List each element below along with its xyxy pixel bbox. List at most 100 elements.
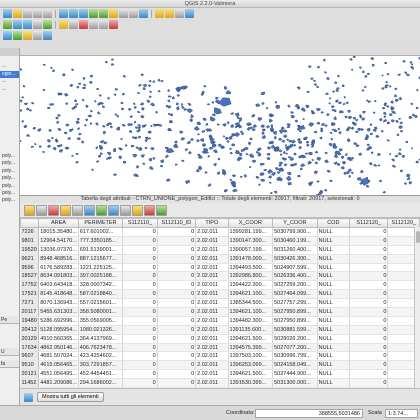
save-edits-icon[interactable] — [69, 20, 78, 29]
table-cell[interactable]: 2.02.011 — [195, 227, 229, 237]
table-cell[interactable]: 0 — [349, 298, 389, 309]
table-cell[interactable]: 0 — [157, 307, 197, 317]
table-cell[interactable]: 12964.54170... — [38, 236, 79, 246]
table-cell[interactable]: 397.0025188... — [78, 271, 124, 282]
table-row[interactable]: 9607 4681.507024... 423.4254602... 0 0 2.02.0… — [20, 351, 420, 362]
table-row[interactable]: 9510 4615.056465... 303.7291857... 0 0 2.02.0… — [20, 360, 420, 371]
table-cell[interactable]: 1394621.500... — [228, 334, 274, 344]
table-cell[interactable]: 5028026.200... — [272, 334, 318, 344]
panel-button[interactable]: Pe — [0, 316, 19, 324]
table-cell[interactable]: 1390147.300... — [228, 236, 274, 246]
layer-item-selected[interactable]: ogio... — [0, 70, 19, 79]
table-cell[interactable]: 0 — [349, 334, 389, 344]
table-cell[interactable]: NULL — [317, 307, 351, 317]
table-cell[interactable]: 887.1215677... — [78, 254, 124, 264]
table-cell[interactable]: NULL — [317, 378, 351, 389]
table-row[interactable]: 17634 4862.950146... 406.7623478... 0 0 2.02.… — [20, 343, 420, 353]
table-cell[interactable]: 1391530.399... — [228, 378, 274, 389]
row-header[interactable]: 20129 — [20, 334, 40, 344]
table-cell[interactable]: 5128.095954... — [38, 325, 79, 335]
table-cell[interactable]: 4551.056495... — [38, 369, 79, 380]
row-header[interactable]: 20117 — [20, 307, 40, 317]
table-cell[interactable]: 2.02.011 — [195, 263, 229, 273]
table-cell[interactable]: 4862.950146... — [38, 343, 79, 353]
table-cell[interactable]: 2.02.011 — [195, 325, 229, 335]
table-cell[interactable]: 4615.056465... — [38, 360, 79, 371]
table-cell[interactable]: 303.7291857... — [78, 360, 124, 371]
table-cell[interactable]: 1385344.500... — [228, 298, 274, 309]
table-cell[interactable]: 0 — [157, 334, 197, 344]
table-row[interactable]: 20117 5455.631303... 358.5080001... 0 0 2.02.… — [20, 307, 420, 317]
row-header[interactable]: 9801 — [20, 236, 40, 246]
table-cell[interactable]: 4910.560365... — [38, 334, 79, 344]
table-row[interactable]: 20412 5128.095954... 1080.021326... 0 0 2.02.… — [20, 325, 420, 335]
table-cell[interactable]: 2.02.011 — [195, 369, 229, 380]
table-cell[interactable]: 4681.507024... — [38, 351, 79, 362]
table-cell[interactable]: 1390057.199... — [228, 245, 274, 255]
table-cell[interactable]: 0 — [349, 271, 389, 282]
table-cell[interactable]: 2.02.011 — [195, 343, 229, 353]
row-header[interactable]: 9596 — [20, 263, 40, 273]
table-vertical-scrollbar[interactable] — [414, 227, 420, 389]
table-cell[interactable]: 5027950.899... — [272, 316, 318, 326]
table-cell[interactable]: NULL — [317, 263, 351, 273]
table-cell[interactable]: 0 — [349, 369, 389, 380]
field-calculator-icon[interactable] — [156, 204, 167, 216]
column-header[interactable]: PERIMETER — [77, 218, 124, 228]
move-selection-top-icon[interactable] — [84, 204, 95, 216]
table-cell[interactable]: 617.601002... — [78, 227, 124, 237]
add-feature-icon[interactable] — [79, 20, 88, 29]
table-cell[interactable]: 0 — [349, 227, 389, 237]
table-cell[interactable]: 0 — [122, 360, 158, 371]
table-cell[interactable]: 0 — [157, 271, 197, 282]
table-cell[interactable]: NULL — [317, 254, 351, 264]
column-header[interactable]: S112110_ — [122, 218, 158, 228]
add-vector-layer-icon[interactable] — [3, 20, 12, 29]
table-cell[interactable]: 2.02.011 — [195, 236, 229, 246]
table-cell[interactable]: 1394621.100... — [228, 289, 274, 300]
table-cell[interactable]: 5027950.899... — [272, 307, 318, 317]
row-header[interactable]: 19480 — [20, 316, 40, 326]
table-cell[interactable]: 0 — [122, 227, 158, 237]
table-row[interactable]: 18527 8634.091803... 397.0025188... 0 0 2.02.… — [20, 271, 420, 282]
table-cell[interactable]: 0 — [122, 289, 158, 300]
table-cell[interactable]: 1394482.300... — [228, 316, 274, 326]
move-feature-icon[interactable] — [89, 20, 98, 29]
layer-item[interactable]: poly... — [0, 175, 19, 182]
zoom-to-selected-icon[interactable] — [108, 204, 119, 216]
table-cell[interactable]: 328.0007342... — [78, 280, 124, 291]
table-cell[interactable]: 8145.418648... — [38, 289, 79, 300]
column-header[interactable]: S112110_ID — [156, 218, 197, 228]
table-row[interactable]: 20121 4551.056495... 452.4454451... 0 0 2.02.… — [20, 369, 420, 380]
table-cell[interactable]: 0 — [349, 351, 389, 362]
table-cell[interactable]: 587.0218840... — [78, 289, 124, 300]
save-edits-icon[interactable] — [36, 204, 47, 216]
table-cell[interactable]: 0 — [157, 254, 197, 264]
table-cell[interactable]: 5027757.299... — [272, 298, 318, 309]
table-cell[interactable]: 0 — [157, 298, 197, 309]
refresh-icon[interactable] — [139, 9, 148, 18]
column-header[interactable]: Y_COOR — [272, 218, 318, 228]
table-cell[interactable]: 2.02.011 — [195, 307, 229, 317]
table-cell[interactable]: 5031300.000... — [272, 378, 318, 389]
print-composer-icon[interactable] — [43, 9, 52, 18]
row-header[interactable]: 19520 — [20, 245, 40, 255]
table-cell[interactable]: NULL — [317, 289, 351, 300]
table-cell[interactable]: 0 — [122, 369, 158, 380]
row-header[interactable]: 9510 — [20, 360, 40, 371]
select-icon[interactable] — [165, 9, 174, 18]
layer-item[interactable]: poly... — [0, 168, 19, 175]
table-cell[interactable]: 5030881.599... — [272, 325, 318, 335]
layer-item[interactable] — [0, 56, 19, 63]
table-cell[interactable]: 1221.225125... — [78, 263, 124, 273]
row-header[interactable]: 20412 — [20, 325, 40, 335]
table-row[interactable]: 20129 4910.560365... 364.4137969... 0 0 2.02.… — [20, 334, 420, 344]
bookmark-icon[interactable] — [43, 31, 52, 40]
add-raster-layer-icon[interactable] — [13, 20, 22, 29]
table-cell[interactable]: 18015.35480... — [38, 227, 79, 237]
pan-map-icon[interactable] — [59, 9, 68, 18]
table-cell[interactable]: NULL — [317, 316, 351, 326]
table-cell[interactable]: 777.3350185... — [78, 236, 124, 246]
layer-item[interactable]: ... — [0, 86, 19, 93]
zoom-layer-icon[interactable] — [99, 9, 108, 18]
